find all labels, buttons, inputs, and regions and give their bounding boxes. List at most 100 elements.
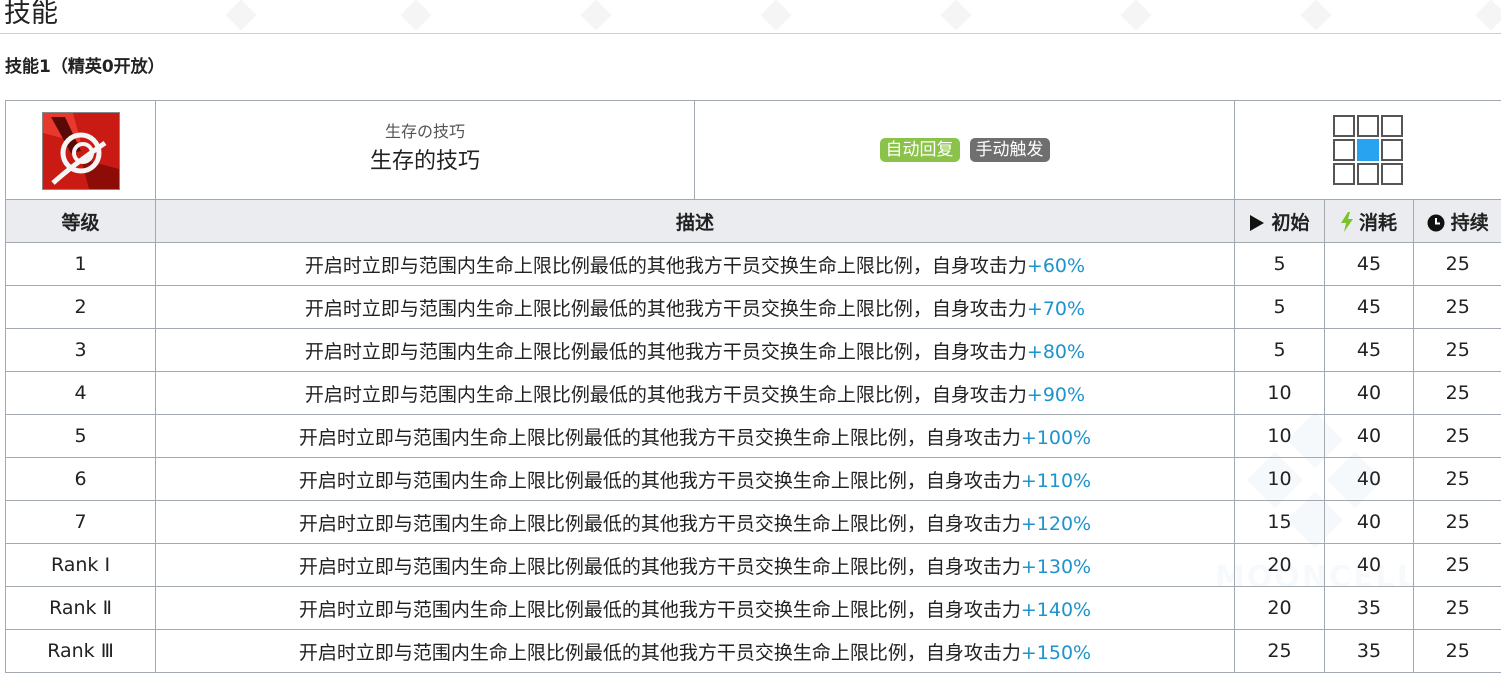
row-description: 开启时立即与范围内生命上限比例最低的其他我方干员交换生命上限比例，自身攻击力+1… xyxy=(155,543,1235,587)
description-text: 开启时立即与范围内生命上限比例最低的其他我方干员交换生命上限比例，自身攻击力 xyxy=(298,469,1021,492)
col-header-cost-label: 消耗 xyxy=(1358,211,1397,234)
range-tile xyxy=(1333,139,1356,161)
row-description: 开启时立即与范围内生命上限比例最低的其他我方干员交换生命上限比例，自身攻击力+9… xyxy=(155,371,1235,415)
range-tile xyxy=(1357,163,1380,185)
row-level: 2 xyxy=(5,285,156,329)
row-initial: 25 xyxy=(1234,629,1325,673)
row-description: 开启时立即与范围内生命上限比例最低的其他我方干员交换生命上限比例，自身攻击力+6… xyxy=(155,242,1235,286)
row-level: Rank Ⅰ xyxy=(5,543,156,587)
table-row: 5 开启时立即与范围内生命上限比例最低的其他我方干员交换生命上限比例，自身攻击力… xyxy=(5,414,1501,458)
skill-level-rows: 1 开启时立即与范围内生命上限比例最低的其他我方干员交换生命上限比例，自身攻击力… xyxy=(5,242,1501,673)
lightning-icon xyxy=(1340,211,1353,232)
attack-bonus-value: +130% xyxy=(1020,555,1092,578)
row-description: 开启时立即与范围内生命上限比例最低的其他我方干员交换生命上限比例，自身攻击力+1… xyxy=(155,414,1235,458)
row-initial: 20 xyxy=(1234,586,1325,630)
table-row: 6 开启时立即与范围内生命上限比例最低的其他我方干员交换生命上限比例，自身攻击力… xyxy=(5,457,1501,501)
attack-bonus-value: +120% xyxy=(1020,512,1092,535)
range-tile xyxy=(1333,163,1356,185)
attack-bonus-value: +90% xyxy=(1026,383,1086,406)
row-level: 5 xyxy=(5,414,156,458)
row-level: 7 xyxy=(5,500,156,544)
col-header-initial-label: 初始 xyxy=(1271,211,1310,234)
skill-info-row: 生存の技巧 生存的技巧 自动回复 手动触发 xyxy=(5,100,1501,200)
row-cost: 45 xyxy=(1324,328,1414,372)
row-level: Rank Ⅲ xyxy=(5,629,156,673)
col-header-level: 等级 xyxy=(5,199,156,243)
row-cost: 40 xyxy=(1324,457,1414,501)
col-header-duration-label: 持续 xyxy=(1450,211,1489,234)
range-cell xyxy=(1234,100,1501,200)
skill-tags-cell: 自动回复 手动触发 xyxy=(694,100,1235,200)
skill-icon-cell xyxy=(5,100,156,200)
table-row: Rank Ⅱ 开启时立即与范围内生命上限比例最低的其他我方干员交换生命上限比例，… xyxy=(5,586,1501,630)
row-initial: 15 xyxy=(1234,500,1325,544)
description-text: 开启时立即与范围内生命上限比例最低的其他我方干员交换生命上限比例，自身攻击力 xyxy=(304,297,1027,320)
range-tile xyxy=(1381,139,1404,161)
row-initial: 5 xyxy=(1234,242,1325,286)
play-icon xyxy=(1250,214,1265,231)
row-cost: 35 xyxy=(1324,629,1414,673)
description-text: 开启时立即与范围内生命上限比例最低的其他我方干员交换生命上限比例，自身攻击力 xyxy=(298,512,1021,535)
row-description: 开启时立即与范围内生命上限比例最低的其他我方干员交换生命上限比例，自身攻击力+1… xyxy=(155,629,1235,673)
background-pattern xyxy=(0,0,1501,40)
row-duration: 25 xyxy=(1413,285,1501,329)
row-cost: 45 xyxy=(1324,285,1414,329)
description-text: 开启时立即与范围内生命上限比例最低的其他我方干员交换生命上限比例，自身攻击力 xyxy=(298,641,1021,664)
attack-bonus-value: +100% xyxy=(1020,426,1092,449)
skill-name-cn: 生存的技巧 xyxy=(369,149,480,174)
col-header-duration: 持续 xyxy=(1413,199,1501,243)
row-cost: 40 xyxy=(1324,371,1414,415)
col-header-cost: 消耗 xyxy=(1324,199,1414,243)
table-row: 1 开启时立即与范围内生命上限比例最低的其他我方干员交换生命上限比例，自身攻击力… xyxy=(5,242,1501,286)
skill-name-cell: 生存の技巧 生存的技巧 xyxy=(155,100,695,200)
row-duration: 25 xyxy=(1413,457,1501,501)
column-header-row: 等级 描述 初始 消耗 持续 xyxy=(5,199,1501,243)
attack-range-grid xyxy=(1333,115,1404,185)
title-divider xyxy=(0,33,1501,34)
row-duration: 25 xyxy=(1413,328,1501,372)
tag-manual-trigger: 手动触发 xyxy=(969,138,1050,162)
skill-name-jp: 生存の技巧 xyxy=(384,122,465,141)
row-cost: 35 xyxy=(1324,586,1414,630)
description-text: 开启时立即与范围内生命上限比例最低的其他我方干员交换生命上限比例，自身攻击力 xyxy=(298,598,1021,621)
row-initial: 10 xyxy=(1234,414,1325,458)
row-duration: 25 xyxy=(1413,629,1501,673)
description-text: 开启时立即与范围内生命上限比例最低的其他我方干员交换生命上限比例，自身攻击力 xyxy=(298,555,1021,578)
table-row: 7 开启时立即与范围内生命上限比例最低的其他我方干员交换生命上限比例，自身攻击力… xyxy=(5,500,1501,544)
row-cost: 45 xyxy=(1324,242,1414,286)
row-duration: 25 xyxy=(1413,543,1501,587)
row-level: 4 xyxy=(5,371,156,415)
row-initial: 5 xyxy=(1234,328,1325,372)
table-row: 3 开启时立即与范围内生命上限比例最低的其他我方干员交换生命上限比例，自身攻击力… xyxy=(5,328,1501,372)
col-header-description: 描述 xyxy=(155,199,1235,243)
range-tile xyxy=(1381,115,1404,137)
row-description: 开启时立即与范围内生命上限比例最低的其他我方干员交换生命上限比例，自身攻击力+1… xyxy=(155,457,1235,501)
range-tile xyxy=(1357,115,1380,137)
row-description: 开启时立即与范围内生命上限比例最低的其他我方干员交换生命上限比例，自身攻击力+8… xyxy=(155,328,1235,372)
attack-bonus-value: +140% xyxy=(1020,598,1092,621)
row-level: Rank Ⅱ xyxy=(5,586,156,630)
row-initial: 5 xyxy=(1234,285,1325,329)
range-tile xyxy=(1381,163,1404,185)
col-header-initial: 初始 xyxy=(1234,199,1325,243)
clock-icon xyxy=(1427,214,1445,231)
row-level: 1 xyxy=(5,242,156,286)
tag-auto-recovery: 自动回复 xyxy=(879,138,960,162)
row-cost: 40 xyxy=(1324,414,1414,458)
skill-heading: 技能1（精英0开放） xyxy=(5,57,165,77)
description-text: 开启时立即与范围内生命上限比例最低的其他我方干员交换生命上限比例，自身攻击力 xyxy=(304,254,1027,277)
row-initial: 20 xyxy=(1234,543,1325,587)
row-level: 6 xyxy=(5,457,156,501)
table-row: Rank Ⅲ 开启时立即与范围内生命上限比例最低的其他我方干员交换生命上限比例，… xyxy=(5,629,1501,673)
range-tile xyxy=(1333,115,1356,137)
row-duration: 25 xyxy=(1413,586,1501,630)
skill-table: 生存の技巧 生存的技巧 自动回复 手动触发 等级 描述 初始 消耗 持续 1 开… xyxy=(5,100,1501,673)
row-initial: 10 xyxy=(1234,457,1325,501)
range-tile-self xyxy=(1357,139,1380,161)
skill-icon xyxy=(41,111,120,190)
table-row: Rank Ⅰ 开启时立即与范围内生命上限比例最低的其他我方干员交换生命上限比例，… xyxy=(5,543,1501,587)
page-title: 技能 xyxy=(4,0,58,29)
row-duration: 25 xyxy=(1413,371,1501,415)
row-duration: 25 xyxy=(1413,500,1501,544)
attack-bonus-value: +80% xyxy=(1026,340,1086,363)
